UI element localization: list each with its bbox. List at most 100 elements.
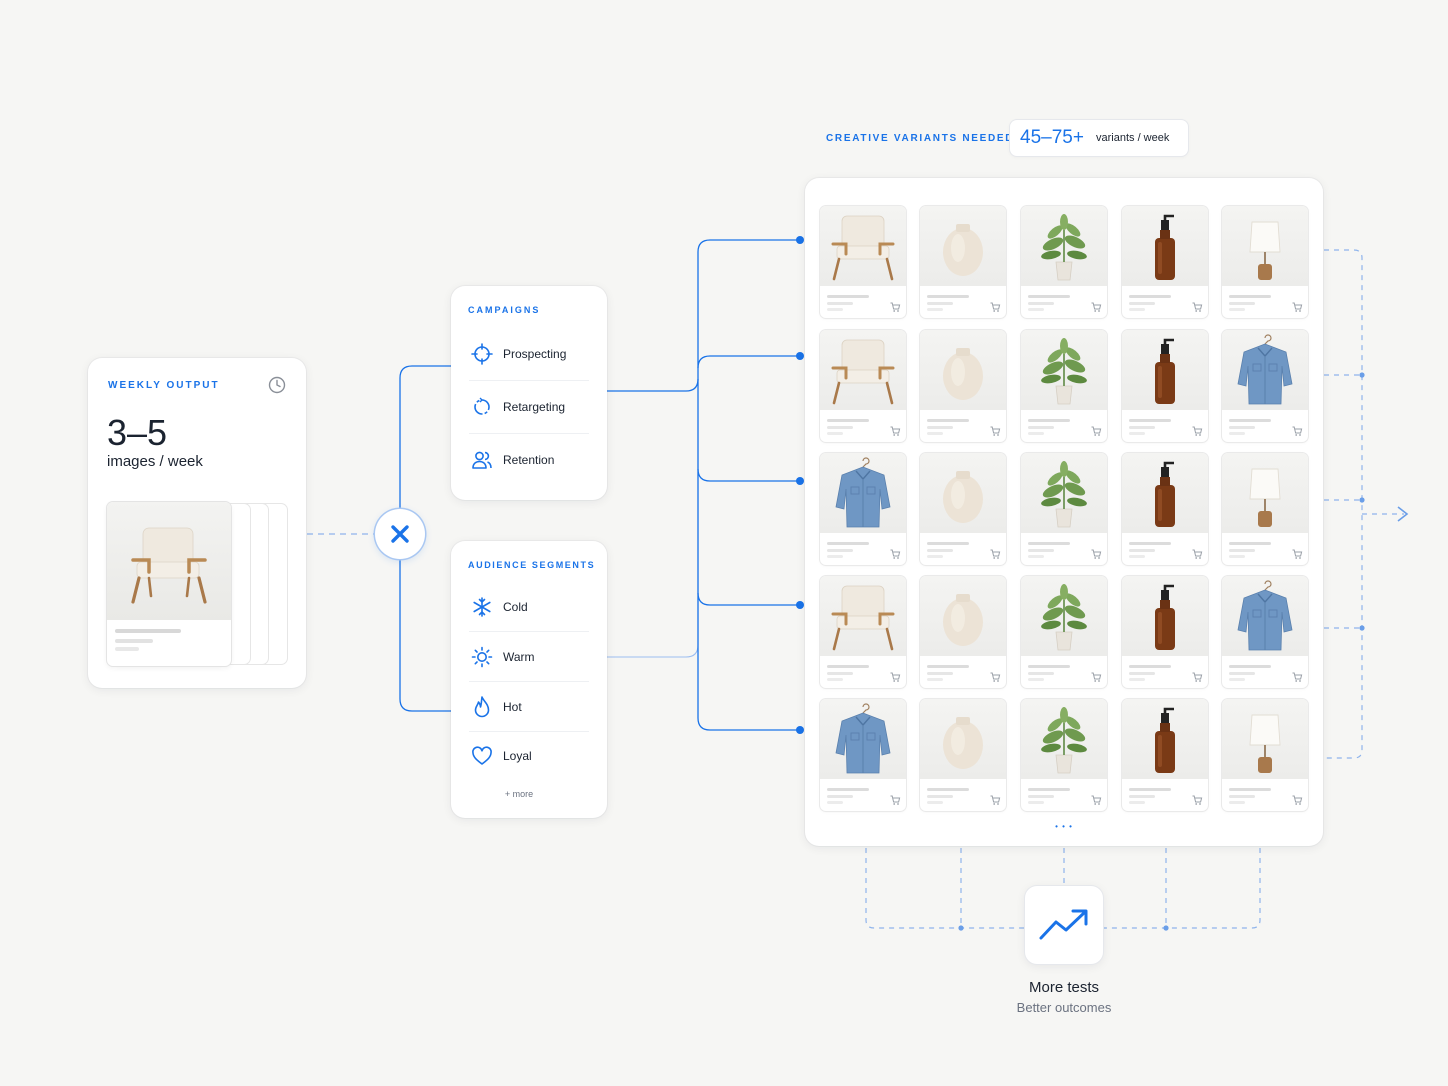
flame-icon <box>474 696 490 718</box>
cart-icon[interactable] <box>990 549 1001 559</box>
bottle-image <box>1155 461 1175 527</box>
chair-image <box>831 215 895 281</box>
product-image-card <box>107 502 231 666</box>
cart-icon[interactable] <box>890 549 901 559</box>
product-tile-plant[interactable] <box>1021 453 1107 565</box>
cart-icon[interactable] <box>990 426 1001 436</box>
product-tile-bottle[interactable] <box>1122 576 1208 688</box>
bottle-image <box>1155 584 1175 650</box>
product-tile-bottle[interactable] <box>1122 453 1208 565</box>
weekly-output-card: WEEKLY OUTPUT 3–5 images / week <box>88 358 306 688</box>
product-tile-lamp[interactable] <box>1222 453 1308 565</box>
cart-icon[interactable] <box>1292 672 1303 682</box>
campaign-label-retargeting: Retargeting <box>503 400 566 414</box>
grid-ellipsis[interactable]: • • • <box>805 822 1323 831</box>
audience-segments-card: AUDIENCE SEGMENTS Cold Warm Hot Loyal + … <box>451 541 607 818</box>
product-tile-chair[interactable] <box>820 206 906 318</box>
sun-icon <box>471 646 493 668</box>
product-tile-shirt[interactable] <box>1222 576 1308 688</box>
cart-icon[interactable] <box>1292 549 1303 559</box>
shirt-image <box>835 457 891 528</box>
chair-image <box>831 585 895 651</box>
variants-unit: variants / week <box>1096 132 1170 144</box>
segment-label-cold: Cold <box>503 600 528 614</box>
cart-icon[interactable] <box>1091 549 1102 559</box>
cart-icon[interactable] <box>1292 426 1303 436</box>
segment-item-loyal[interactable]: Loyal <box>451 740 607 772</box>
cart-icon[interactable] <box>1091 302 1102 312</box>
cart-icon[interactable] <box>1292 302 1303 312</box>
cart-icon[interactable] <box>1192 795 1203 805</box>
cart-icon[interactable] <box>1091 795 1102 805</box>
shirt-image <box>1237 580 1293 651</box>
product-tile-shirt[interactable] <box>820 453 906 565</box>
segment-item-cold[interactable]: Cold <box>451 591 607 623</box>
product-tile-shirt[interactable] <box>820 699 906 811</box>
cart-icon[interactable] <box>890 426 901 436</box>
product-tile-plant[interactable] <box>1021 206 1107 318</box>
segment-label-hot: Hot <box>503 700 522 714</box>
outcome-subtitle: Better outcomes <box>1016 1000 1112 1015</box>
segment-item-hot[interactable]: Hot <box>451 691 607 723</box>
product-tile-bottle[interactable] <box>1122 206 1208 318</box>
cart-icon[interactable] <box>1292 795 1303 805</box>
cart-icon[interactable] <box>1091 426 1102 436</box>
segment-item-warm[interactable]: Warm <box>451 641 607 673</box>
plant-image <box>1041 707 1087 774</box>
product-tile-plant[interactable] <box>1021 330 1107 442</box>
product-tile-vase[interactable] <box>920 453 1006 565</box>
bottle-image <box>1155 338 1175 404</box>
shirt-image <box>1237 334 1293 405</box>
lamp-image <box>1249 468 1281 527</box>
cart-icon[interactable] <box>990 672 1001 682</box>
weekly-output-value: 3–5 <box>107 412 168 453</box>
trend-up-icon <box>1039 909 1088 940</box>
shirt-image <box>835 703 891 774</box>
cart-icon[interactable] <box>990 302 1001 312</box>
more-segments-link[interactable]: + more <box>451 789 587 799</box>
cart-icon[interactable] <box>890 672 901 682</box>
clock-icon <box>268 376 286 394</box>
campaign-item-retention[interactable]: Retention <box>451 444 607 476</box>
cart-icon[interactable] <box>1192 302 1203 312</box>
bottle-image <box>1155 707 1175 773</box>
product-tile-lamp[interactable] <box>1222 206 1308 318</box>
variants-badge: 45–75+ variants / week <box>1010 120 1188 156</box>
refresh-icon <box>474 397 490 415</box>
cart-icon[interactable] <box>890 302 901 312</box>
product-tile-vase[interactable] <box>920 699 1006 811</box>
crosshair-icon <box>471 343 493 365</box>
bottle-image <box>1155 214 1175 280</box>
cart-icon[interactable] <box>890 795 901 805</box>
product-tile-vase[interactable] <box>920 330 1006 442</box>
cart-icon[interactable] <box>1192 672 1203 682</box>
campaign-label-prospecting: Prospecting <box>503 347 567 361</box>
product-tile-chair[interactable] <box>820 576 906 688</box>
cart-icon[interactable] <box>1192 426 1203 436</box>
product-tile-bottle[interactable] <box>1122 330 1208 442</box>
product-tile-plant[interactable] <box>1021 699 1107 811</box>
segment-label-loyal: Loyal <box>503 749 532 763</box>
campaign-label-retention: Retention <box>503 453 555 467</box>
cart-icon[interactable] <box>1192 549 1203 559</box>
lamp-image <box>1249 714 1281 773</box>
variants-grid-panel: • • • <box>805 178 1323 846</box>
chair-image <box>831 339 895 405</box>
product-tile-vase[interactable] <box>920 206 1006 318</box>
lamp-image <box>1249 221 1281 280</box>
cart-icon[interactable] <box>990 795 1001 805</box>
cart-icon[interactable] <box>1091 672 1102 682</box>
product-tile-plant[interactable] <box>1021 576 1107 688</box>
product-tile-chair[interactable] <box>820 330 906 442</box>
segment-label-warm: Warm <box>503 650 535 664</box>
product-tile-bottle[interactable] <box>1122 699 1208 811</box>
campaign-item-prospecting[interactable]: Prospecting <box>451 338 607 370</box>
users-icon <box>472 451 492 469</box>
campaign-item-retargeting[interactable]: Retargeting <box>451 391 607 423</box>
product-tile-shirt[interactable] <box>1222 330 1308 442</box>
outcome-title: More tests <box>1028 979 1100 996</box>
product-tile-vase[interactable] <box>920 576 1006 688</box>
product-tile-lamp[interactable] <box>1222 699 1308 811</box>
vase-image <box>943 224 983 276</box>
snowflake-icon <box>473 597 491 617</box>
